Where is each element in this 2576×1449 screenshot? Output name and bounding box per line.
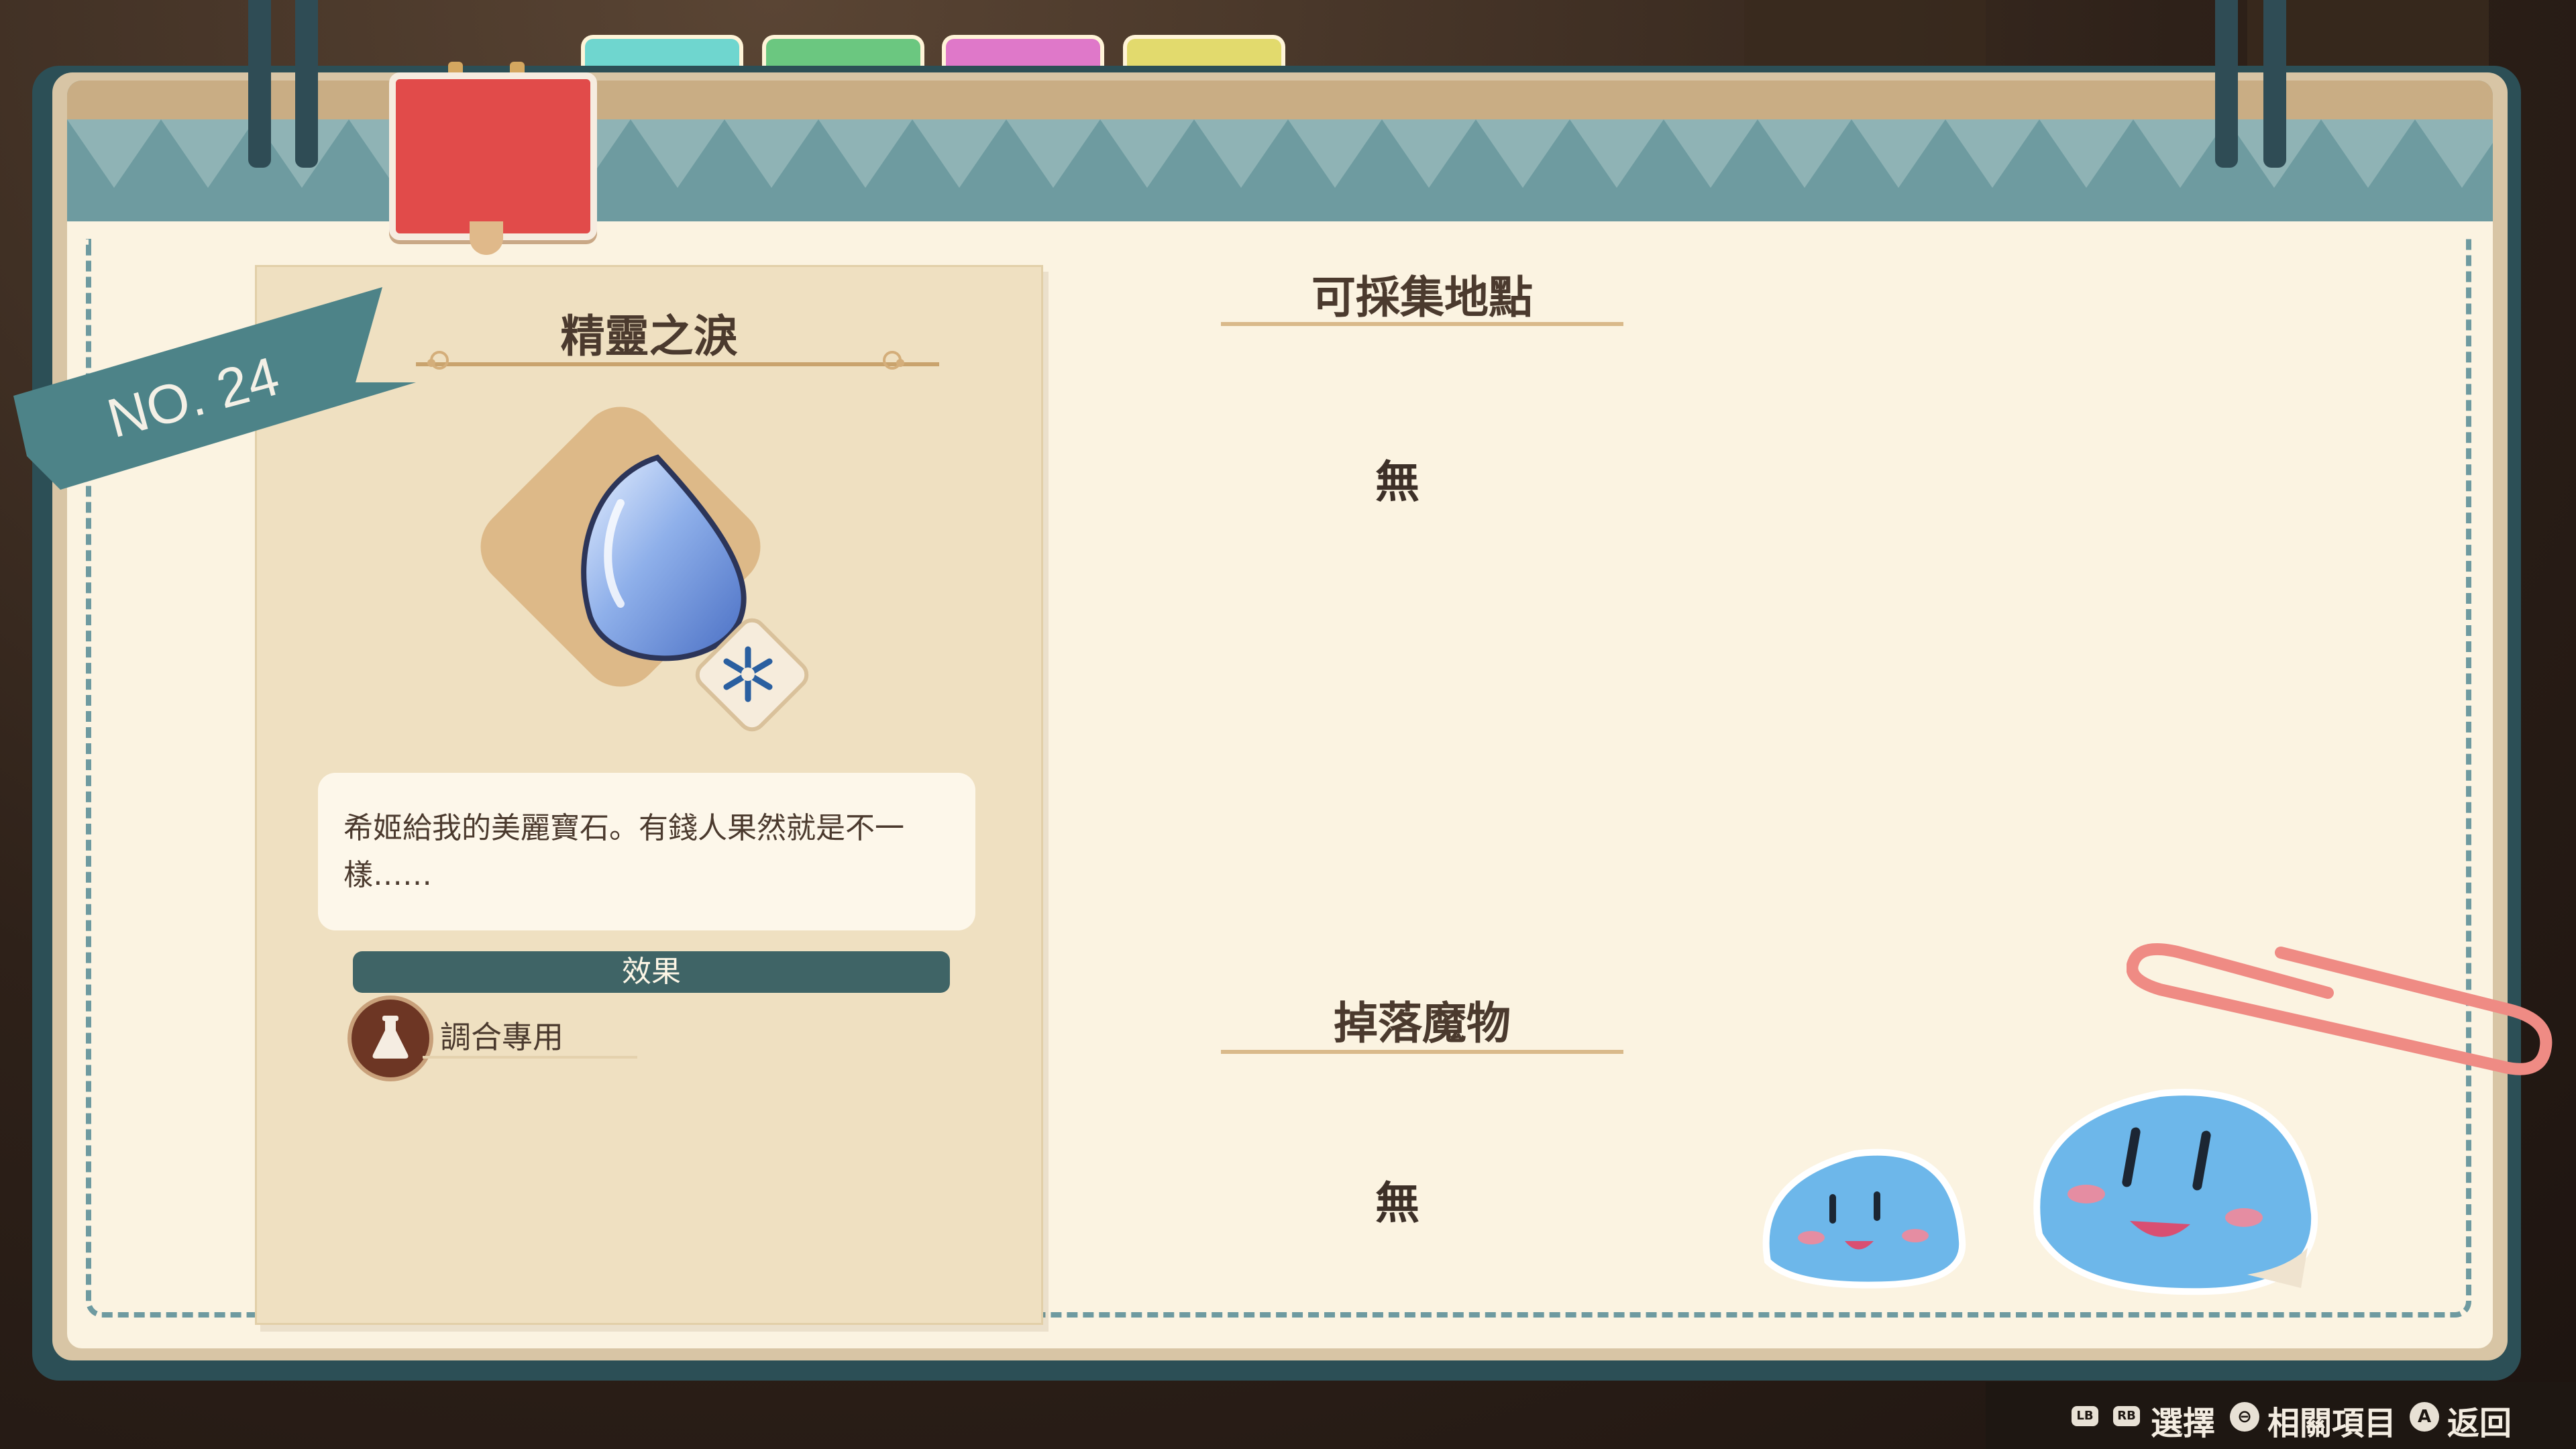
a-button-icon: A: [2410, 1402, 2439, 1432]
header-zigzag-shape: [631, 119, 724, 188]
back-hint[interactable]: 返回: [2447, 1397, 2512, 1444]
binder-ring: [248, 0, 271, 168]
effect-icon-circle: [347, 996, 433, 1081]
binder-ring: [2263, 0, 2286, 168]
drop-monster-title: 掉落魔物: [1334, 998, 1511, 1049]
header-zigzag-shape: [1382, 119, 1476, 188]
drop-monster-value: 無: [1375, 1177, 1419, 1229]
header-zigzag-shape: [1570, 119, 1664, 188]
header-zigzag-shape: [1758, 119, 1851, 188]
active-category-tab[interactable]: [389, 72, 597, 240]
select-hint[interactable]: 選擇: [2151, 1397, 2215, 1444]
header-zigzag-shape: [161, 119, 255, 188]
binder-ring: [2215, 0, 2238, 168]
header-zigzag-shape: [2321, 119, 2415, 188]
header-zigzag-shape: [2133, 119, 2227, 188]
effect-text: 調合專用: [440, 1019, 564, 1055]
header-zigzag-shape: [1945, 119, 2039, 188]
item-name-underline: [416, 362, 939, 366]
gather-location-value: 無: [1375, 456, 1419, 508]
related-items-hint[interactable]: 相關項目: [2267, 1397, 2396, 1444]
header-zigzag-shape: [818, 119, 912, 188]
item-number-ribbon: NO. 24: [13, 287, 416, 490]
header-zigzag-shape: [1100, 119, 1194, 188]
slime-mascot-icon: [1762, 1148, 1966, 1289]
tab-knob: [470, 221, 503, 255]
header-zigzag-shape: [67, 119, 161, 188]
background-bookshelf: [1744, 0, 1986, 74]
gather-location-title: 可採集地點: [1311, 272, 1533, 323]
snowflake-icon: [723, 646, 773, 702]
header-zigzag-shape: [1006, 119, 1100, 188]
effect-header: 效果: [353, 951, 950, 993]
slime-mascot-icon: [2033, 1089, 2318, 1295]
flask-icon: [372, 1016, 409, 1059]
header-zigzag-shape: [2415, 119, 2493, 188]
header-zigzag-shape: [1476, 119, 1570, 188]
related-button-icon: ⊖: [2230, 1402, 2259, 1432]
header-zigzag-shape: [1851, 119, 1945, 188]
paperclip-icon: [2127, 943, 2553, 1075]
header-zigzag-shape: [2039, 119, 2133, 188]
lb-button-icon: LB: [2072, 1406, 2098, 1426]
header-zigzag-shape: [1288, 119, 1382, 188]
header-zigzag-shape: [724, 119, 818, 188]
header-zigzag-shape: [912, 119, 1006, 188]
header-zigzag-shape: [1664, 119, 1758, 188]
gather-location-underline: [1221, 322, 1623, 326]
drop-monster-underline: [1221, 1050, 1623, 1054]
effect-underline: [423, 1056, 637, 1059]
item-description: 希姬給我的美麗寶石。有錢人果然就是不一樣……: [343, 811, 904, 892]
rb-button-icon: RB: [2113, 1406, 2140, 1426]
ornament-icon: [883, 351, 904, 370]
binder-ring: [295, 0, 318, 168]
header-zigzag-shape: [1194, 119, 1288, 188]
